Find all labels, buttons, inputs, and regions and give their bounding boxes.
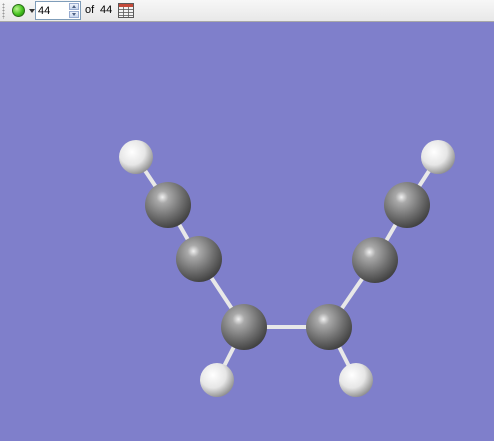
molecule-viewport[interactable] [0, 22, 494, 436]
molecule-view [119, 140, 455, 397]
carbon-atom [384, 182, 430, 228]
table-icon [118, 3, 134, 18]
toolbar: of 44 [0, 0, 494, 22]
carbon-atom [306, 304, 352, 350]
table-view-button[interactable] [118, 3, 134, 18]
atoms [119, 140, 455, 397]
green-ball-icon [12, 4, 25, 17]
carbon-atom [221, 304, 267, 350]
of-label: of [85, 4, 95, 16]
spin-down-arrow-icon[interactable] [69, 11, 79, 18]
hydrogen-atom [200, 363, 234, 397]
atom-color-dropdown-button[interactable] [10, 3, 36, 19]
spin-arrows [69, 3, 79, 18]
carbon-atom [176, 236, 222, 282]
total-frames-label: 44 [100, 4, 113, 16]
hydrogen-atom [339, 363, 373, 397]
hydrogen-atom [119, 140, 153, 174]
frame-spinbox[interactable] [35, 1, 81, 20]
toolbar-grip[interactable] [2, 3, 5, 19]
carbon-atom [145, 182, 191, 228]
spin-up-arrow-icon[interactable] [69, 3, 79, 10]
carbon-atom [352, 237, 398, 283]
hydrogen-atom [421, 140, 455, 174]
frame-number-input[interactable] [37, 3, 68, 18]
